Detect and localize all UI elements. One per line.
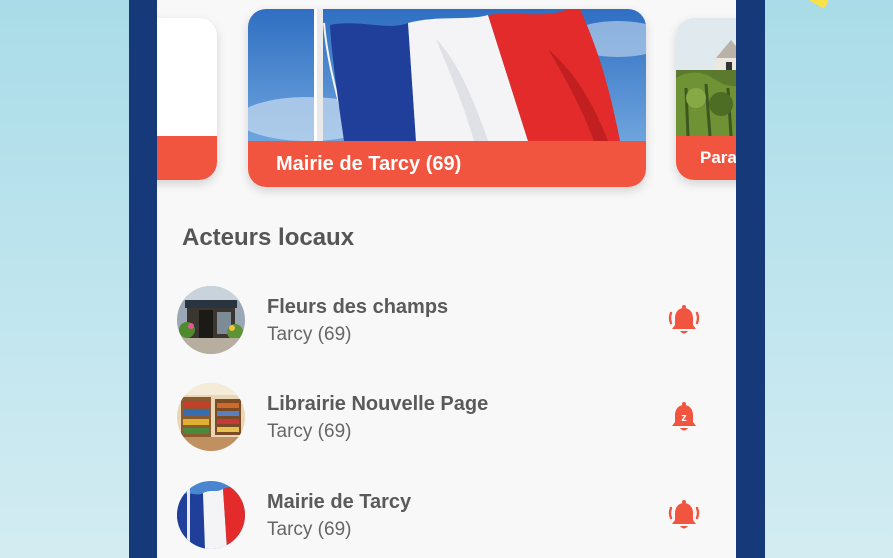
flower-shop-photo	[177, 286, 245, 354]
actor-location: Tarcy (69)	[267, 519, 352, 540]
carousel-card-label: Para	[676, 136, 736, 180]
actor-location: Tarcy (69)	[267, 324, 352, 345]
carousel-card-label: Mairie de Tarcy (69)	[248, 141, 646, 187]
avatar	[177, 481, 245, 549]
carousel-card-previous[interactable]	[157, 18, 217, 180]
carousel-card-mairie[interactable]: Mairie de Tarcy (69)	[248, 9, 646, 187]
actor-name: Mairie de Tarcy	[267, 491, 412, 513]
decorative-yellow-shape	[804, 0, 830, 9]
bookstore-photo	[177, 383, 245, 451]
app-screen: Mairie de Tarcy (69) Para Acteurs locaux…	[157, 0, 736, 558]
list-item-actor[interactable]: Mairie de Tarcy Tarcy (69)	[157, 481, 736, 558]
french-flag-photo	[177, 481, 245, 549]
bell-snooze-icon[interactable]: z	[667, 401, 701, 435]
actor-name: Librairie Nouvelle Page	[267, 393, 489, 415]
list-item-actor[interactable]: Fleurs des champs Tarcy (69)	[157, 286, 736, 366]
vineyard-house-photo	[676, 18, 736, 137]
carousel-card-next[interactable]: Para	[676, 18, 736, 180]
avatar	[177, 286, 245, 354]
avatar	[177, 383, 245, 451]
actor-location: Tarcy (69)	[267, 421, 352, 442]
featured-carousel[interactable]: Mairie de Tarcy (69) Para	[157, 0, 736, 200]
french-flag-photo	[248, 9, 646, 142]
snooze-badge: z	[681, 412, 687, 424]
actor-name: Fleurs des champs	[267, 296, 449, 318]
bell-ringing-icon[interactable]	[667, 304, 701, 338]
bell-ringing-icon[interactable]	[667, 499, 701, 533]
section-title: Acteurs locaux	[182, 224, 355, 251]
carousel-card-label	[157, 136, 217, 180]
list-item-actor[interactable]: Librairie Nouvelle Page Tarcy (69) z	[157, 383, 736, 463]
